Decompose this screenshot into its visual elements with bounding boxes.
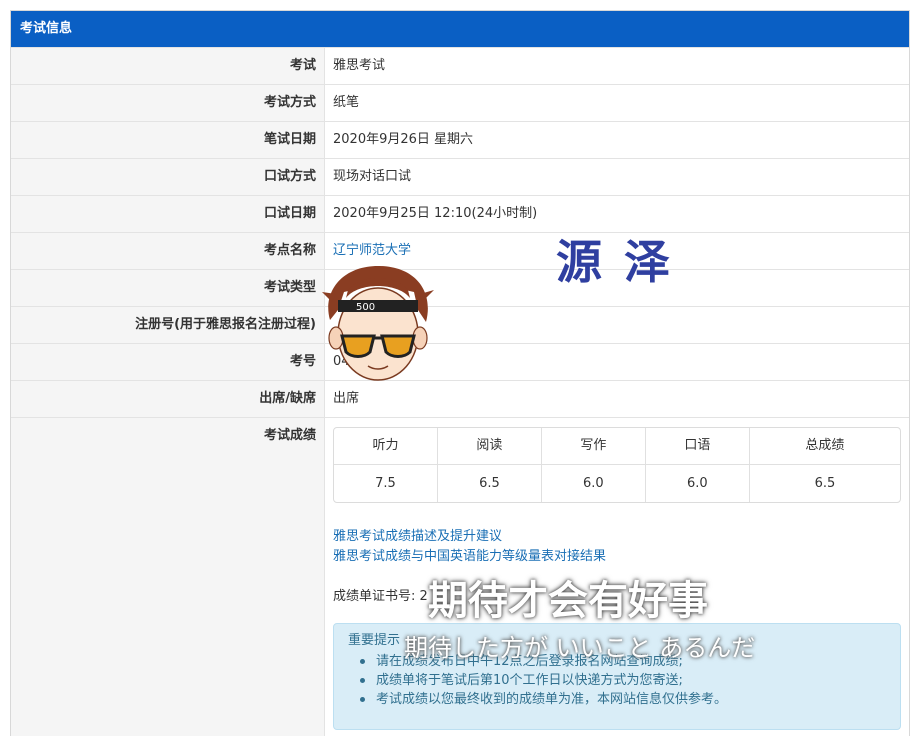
row-label: 注册号(用于雅思报名注册过程) bbox=[11, 307, 325, 343]
score-links: 雅思考试成绩描述及提升建议 雅思考试成绩与中国英语能力等级量表对接结果 bbox=[333, 527, 909, 567]
score-header: 总成绩 bbox=[749, 428, 900, 465]
row-label: 口试日期 bbox=[11, 196, 325, 232]
cse-alignment-link[interactable]: 雅思考试成绩与中国英语能力等级量表对接结果 bbox=[333, 547, 909, 567]
row-attendance: 出席/缺席 出席 bbox=[11, 380, 909, 417]
row-label: 考试成绩 bbox=[11, 418, 325, 736]
row-label: 考试方式 bbox=[11, 85, 325, 121]
row-test-centre: 考点名称 辽宁师范大学 bbox=[11, 232, 909, 269]
name-watermark: 源泽 bbox=[556, 235, 692, 289]
row-test-type: 考试类型 bbox=[11, 269, 909, 306]
row-label: 考试类型 bbox=[11, 270, 325, 306]
row-label: 考试 bbox=[11, 48, 325, 84]
row-value: 现场对话口试 bbox=[333, 169, 412, 184]
score-value: 7.5 bbox=[334, 465, 438, 502]
row-label: 口试方式 bbox=[11, 159, 325, 195]
row-exam-mode: 考试方式 纸笔 bbox=[11, 84, 909, 121]
panel-title: 考试信息 bbox=[11, 11, 909, 47]
score-header: 阅读 bbox=[437, 428, 542, 465]
score-value: 6.5 bbox=[438, 465, 542, 502]
score-value-row: 7.5 6.5 6.0 6.0 6.5 bbox=[334, 465, 900, 502]
score-value: 6.0 bbox=[542, 465, 646, 502]
row-exam: 考试 雅思考试 bbox=[11, 47, 909, 84]
svg-text:500: 500 bbox=[356, 302, 375, 313]
row-label: 考点名称 bbox=[11, 233, 325, 269]
row-candidate-no: 考号 04 bbox=[11, 343, 909, 380]
row-speaking-date: 口试日期 2020年9月25日 12:10(24小时制) bbox=[11, 195, 909, 232]
row-written-date: 笔试日期 2020年9月26日 星期六 bbox=[11, 121, 909, 158]
score-table: 听力 阅读 写作 口语 总成绩 7.5 6.5 6.0 6.0 6.5 bbox=[333, 427, 901, 503]
row-value: 出席 bbox=[333, 391, 360, 406]
notice-item: 成绩单将于笔试后第10个工作日以快递方式为您寄送; bbox=[358, 671, 886, 690]
score-header: 口语 bbox=[645, 428, 750, 465]
row-registration-no: 注册号(用于雅思报名注册过程) bbox=[11, 306, 909, 343]
test-centre-link[interactable]: 辽宁师范大学 bbox=[333, 243, 411, 258]
score-header-row: 听力 阅读 写作 口语 总成绩 bbox=[334, 428, 900, 465]
row-value: 2020年9月26日 星期六 bbox=[333, 132, 474, 147]
score-header: 写作 bbox=[541, 428, 646, 465]
score-description-link[interactable]: 雅思考试成绩描述及提升建议 bbox=[333, 527, 909, 547]
row-value: 纸笔 bbox=[333, 95, 360, 110]
subtitle-main: 期待才会有好事 bbox=[428, 578, 708, 624]
row-label: 笔试日期 bbox=[11, 122, 325, 158]
row-speaking-mode: 口试方式 现场对话口试 bbox=[11, 158, 909, 195]
score-value: 6.0 bbox=[646, 465, 750, 502]
subtitle-japanese: 期待した方が いいこと あるんだ bbox=[404, 634, 756, 662]
notice-item: 考试成绩以您最终收到的成绩单为准，本网站信息仅供参考。 bbox=[358, 690, 886, 709]
row-label: 考号 bbox=[11, 344, 325, 380]
row-value: 雅思考试 bbox=[333, 58, 386, 73]
row-label: 出席/缺席 bbox=[11, 381, 325, 417]
score-header: 听力 bbox=[334, 428, 438, 465]
cartoon-avatar-sticker: 500 bbox=[322, 266, 434, 381]
score-value: 6.5 bbox=[814, 475, 836, 491]
